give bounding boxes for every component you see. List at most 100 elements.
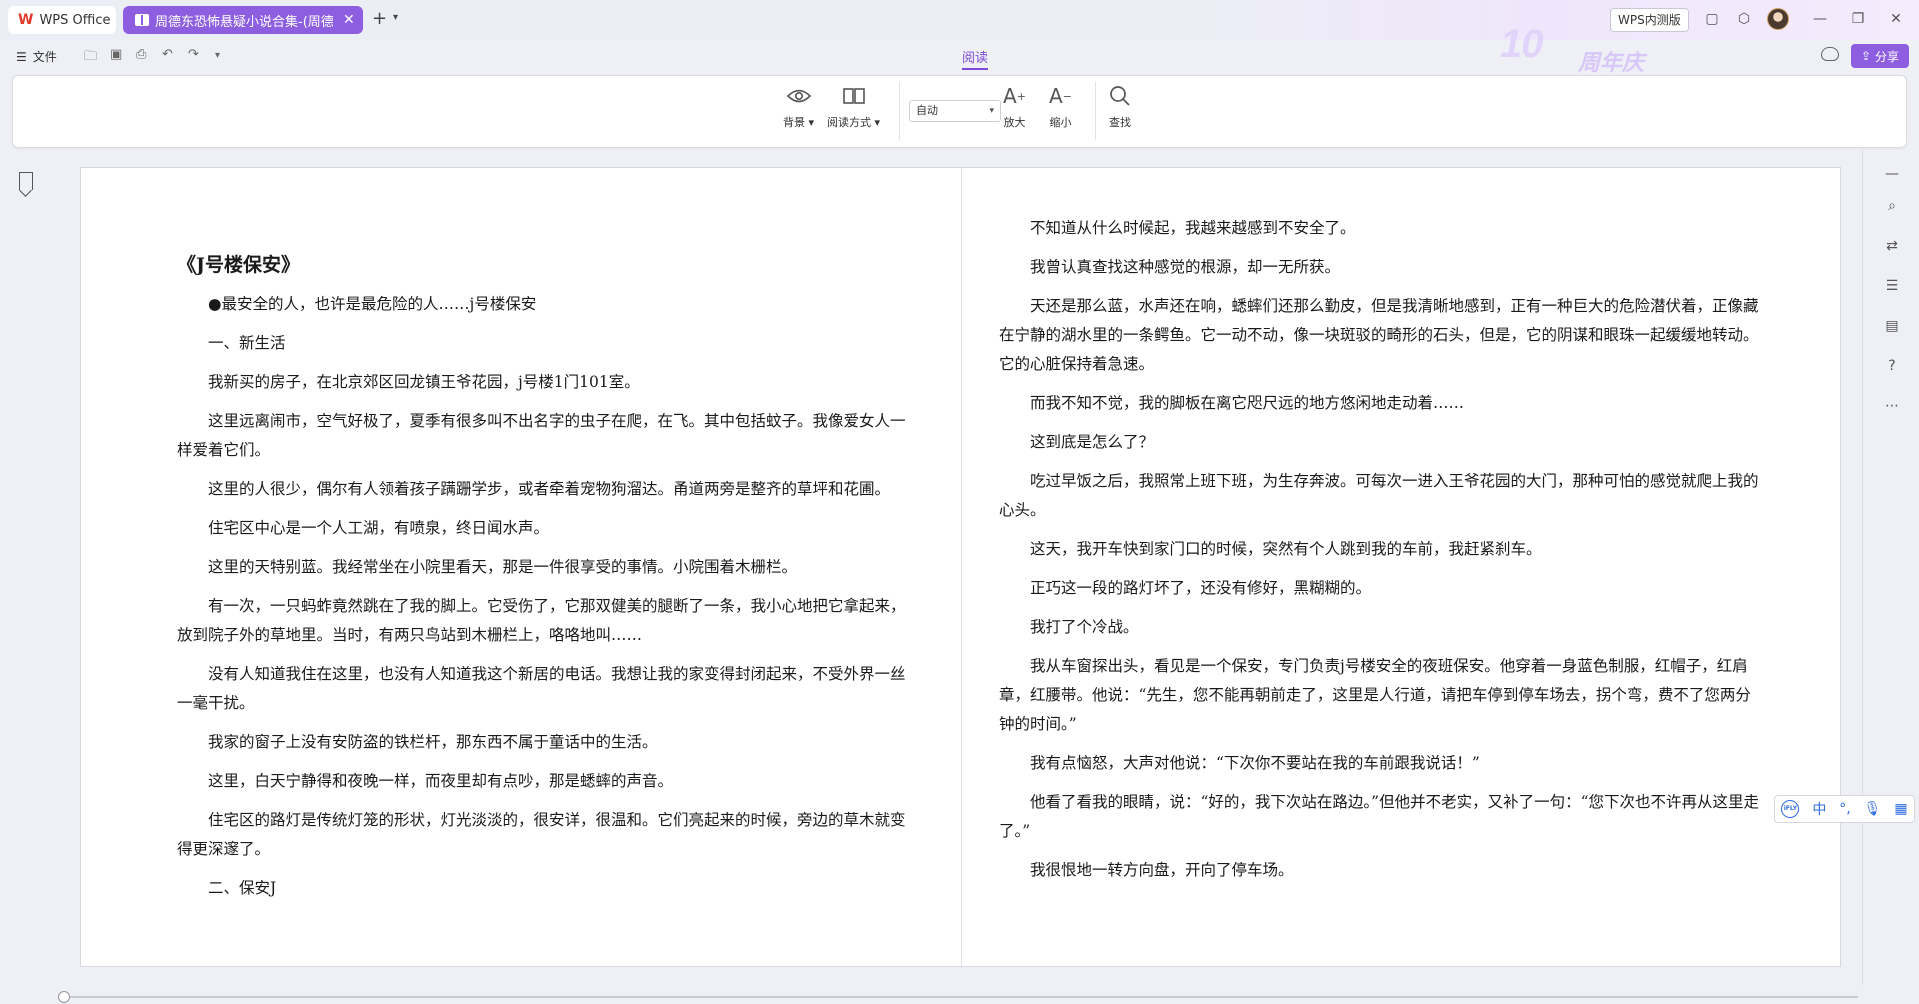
find-button[interactable]: 查找 [1109, 84, 1131, 130]
reading-ribbon: 背景 ▾ 阅读方式 ▾ 自动 ▾ A + 放大 A − 缩小 查找 [12, 75, 1907, 148]
search-icon[interactable]: ⌕ [1882, 196, 1902, 216]
auto-select[interactable]: 自动 ▾ [909, 100, 1001, 122]
close-window-icon[interactable]: ✕ [1886, 9, 1906, 29]
paragraph: 二、保安J [208, 879, 277, 897]
zoom-out-label: 缩小 [1049, 116, 1072, 129]
paragraph: 他看了看我的眼睛，说：“好的，我下次站在路边。”但他并不老实，又补了一句：“您下… [999, 793, 1760, 840]
tab-read[interactable]: 阅读 [962, 47, 989, 70]
scroll-track [68, 996, 1858, 998]
reading-mode-button[interactable]: 阅读方式 ▾ [827, 84, 880, 130]
paragraph: 不知道从什么时候起，我越来越感到不安全了。 [1030, 219, 1356, 237]
paragraph: 一、新生活 [208, 334, 286, 352]
convert-icon[interactable]: ⇄ [1882, 236, 1902, 256]
paragraph: 我新买的房子，在北京郊区回龙镇王爷花园，j号楼1门101室。 [208, 373, 640, 391]
settings-sliders-icon[interactable]: ☰ [1882, 276, 1902, 296]
find-label: 查找 [1109, 116, 1131, 129]
share-icon: ⇪ [1860, 49, 1872, 63]
paragraph: 住宅区的路灯是传统灯笼的形状，灯光淡淡的，很安详，很温和。它们亮起来的时候，旁边… [177, 811, 906, 858]
help-icon[interactable]: ? [1882, 356, 1902, 376]
ime-language[interactable]: 中 [1812, 799, 1826, 819]
zoom-out-button[interactable]: A − 缩小 [1049, 84, 1072, 130]
auto-select-value: 自动 [916, 104, 938, 117]
collapse-icon[interactable]: — [1882, 164, 1902, 184]
avatar[interactable] [1767, 8, 1789, 30]
paragraph: 这里远离闹市，空气好极了，夏季有很多叫不出名字的虫子在爬，在飞。其中包括蚊子。我… [177, 412, 906, 459]
book-icon [135, 14, 149, 26]
paragraph: 天还是那么蓝，水声还在响，蟋蟀们还那么勤皮，但是我清晰地感到，正有一种巨大的危险… [999, 297, 1759, 373]
page-divider [961, 168, 962, 968]
paragraph: 没有人知道我住在这里，也没有人知道我这个新居的电话。我想让我的家变得封闭起来，不… [177, 665, 906, 712]
ribbon-divider [1095, 82, 1096, 140]
new-tab-icon[interactable]: + [372, 8, 387, 29]
horizontal-scrollbar[interactable] [58, 990, 1858, 1004]
open-folder-icon[interactable]: 🗀 [84, 47, 97, 69]
window-layout-icon[interactable]: ▢ [1702, 9, 1722, 29]
paragraph: 住宅区中心是一个人工湖，有喷泉，终日闻水声。 [208, 519, 550, 537]
paragraph: 我很恨地一转方向盘，开向了停车场。 [1030, 861, 1294, 879]
more-chevron-icon[interactable]: ▾ [215, 50, 220, 61]
save-icon[interactable]: ▣ [110, 47, 122, 62]
font-increase-icon: A + [1003, 84, 1026, 108]
minimize-icon[interactable]: — [1810, 9, 1830, 29]
font-decrease-icon: A − [1049, 84, 1072, 108]
paragraph: 这里，白天宁静得和夜晚一样，而夜里却有点吵，那是蟋蟀的声音。 [208, 772, 674, 790]
cloud-sync-icon[interactable] [1821, 47, 1839, 61]
paragraph: 这天，我开车快到家门口的时候，突然有个人跳到我的车前，我赶紧刹车。 [1030, 540, 1542, 558]
scroll-thumb[interactable] [58, 991, 70, 1003]
restore-icon[interactable]: ❐ [1848, 9, 1868, 29]
paragraph: 这里的天特别蓝。我经常坐在小院里看天，那是一件很享受的事情。小院围着木栅栏。 [208, 558, 798, 576]
more-icon[interactable]: ⋯ [1882, 396, 1902, 416]
tab-document[interactable]: 周德东恐怖悬疑小说合集-(周德东 ✕ [123, 6, 363, 34]
chevron-down-icon: ▾ [989, 106, 994, 116]
share-button[interactable]: ⇪ 分享 [1851, 44, 1909, 68]
hamburger-icon: ☰ [16, 49, 27, 64]
left-page: 《J号楼保安》 ●最安全的人，也许是最危险的人……j号楼保安 一、新生活我新买的房… [177, 250, 910, 913]
zoom-in-button[interactable]: A + 放大 [1003, 84, 1026, 130]
share-button-label: 分享 [1875, 49, 1900, 64]
bookmark-icon[interactable] [19, 172, 33, 190]
paragraph: 有一次，一只蚂蚱竟然跳在了我的脚上。它受伤了，它那双健美的腿断了一条，我小心地把… [177, 597, 906, 644]
paragraph: 而我不知不觉，我的脚板在离它咫尺远的地方悠闲地走动着…… [1030, 394, 1465, 412]
background-button-label: 背景 ▾ [783, 116, 815, 129]
punctuation-icon[interactable]: °, [1839, 801, 1850, 817]
beta-badge[interactable]: WPS内测版 [1610, 8, 1689, 32]
story-title: 《J号楼保安》 [177, 254, 300, 276]
paragraph: 我打了个冷战。 [1030, 618, 1139, 636]
file-menu-label: 文件 [32, 50, 57, 64]
tab-document-label: 周德东恐怖悬疑小说合集-(周德东 [155, 14, 333, 30]
open-book-icon [842, 84, 866, 108]
grid-menu-icon[interactable]: ▦ [1894, 801, 1907, 817]
right-page: 不知道从什么时候起，我越来越感到不安全了。 我曾认真查找这种感觉的根源，却一无所获… [999, 214, 1765, 895]
ifly-logo-icon: iFLY [1781, 800, 1800, 818]
paragraph: ●最安全的人，也许是最危险的人……j号楼保安 [208, 295, 537, 313]
close-tab-icon[interactable]: ✕ [343, 12, 355, 28]
right-toolbar: — ⌕ ⇄ ☰ ▤ ? ⋯ [1862, 150, 1919, 985]
background-button[interactable]: 背景 ▾ [783, 84, 814, 130]
tab-wps-office-label: WPS Office [39, 12, 111, 28]
paragraph: 正巧这一段的路灯坏了，还没有修好，黑糊糊的。 [1030, 579, 1372, 597]
reading-mode-button-label: 阅读方式 ▾ [827, 116, 881, 129]
paragraph: 吃过早饭之后，我照常上班下班，为生存奔波。可每次一进入王爷花园的大门，那种可怕的… [999, 472, 1759, 519]
ribbon-divider [899, 82, 900, 140]
title-bar: W WPS Office 周德东恐怖悬疑小说合集-(周德东 ✕ + ▾ 10 周… [0, 0, 1919, 76]
zoom-in-label: 放大 [1003, 116, 1026, 129]
paragraph: 我家的窗子上没有安防盗的铁栏杆，那东西不属于童话中的生活。 [208, 733, 658, 751]
undo-icon[interactable]: ↶ [162, 47, 173, 62]
ime-toolbar[interactable]: iFLY 中 °, 🎙 ▦ [1774, 795, 1915, 823]
tab-wps-office[interactable]: W WPS Office [8, 6, 116, 34]
chevron-down-icon[interactable]: ▾ [393, 12, 398, 23]
paragraph: 我曾认真查找这种感觉的根源，却一无所获。 [1030, 258, 1341, 276]
paragraph: 这到底是怎么了？ [1030, 433, 1155, 451]
search-icon [1109, 84, 1131, 108]
print-icon[interactable]: ⎙ [136, 47, 146, 62]
cube-icon[interactable]: ⬡ [1734, 9, 1754, 29]
microphone-icon[interactable]: 🎙 [1864, 801, 1882, 817]
menu-bar: ☰ 文件 🗀 ▣ ⎙ ↶ ↷ ▾ 阅读 ⇪ 分享 [0, 40, 1919, 72]
wps-logo-icon: W [18, 12, 34, 28]
redo-icon[interactable]: ↷ [188, 47, 199, 62]
file-menu[interactable]: ☰ 文件 [16, 48, 57, 65]
paragraph: 这里的人很少，偶尔有人领着孩子蹒跚学步，或者牵着宠物狗溜达。甬道两旁是整齐的草坪… [208, 480, 891, 498]
paragraph: 我有点恼怒，大声对他说：“下次你不要站在我的车前跟我说话！” [1030, 754, 1480, 772]
book-search-icon[interactable]: ▤ [1882, 316, 1902, 336]
document-spread: 《J号楼保安》 ●最安全的人，也许是最危险的人……j号楼保安 一、新生活我新买的房… [80, 167, 1841, 968]
